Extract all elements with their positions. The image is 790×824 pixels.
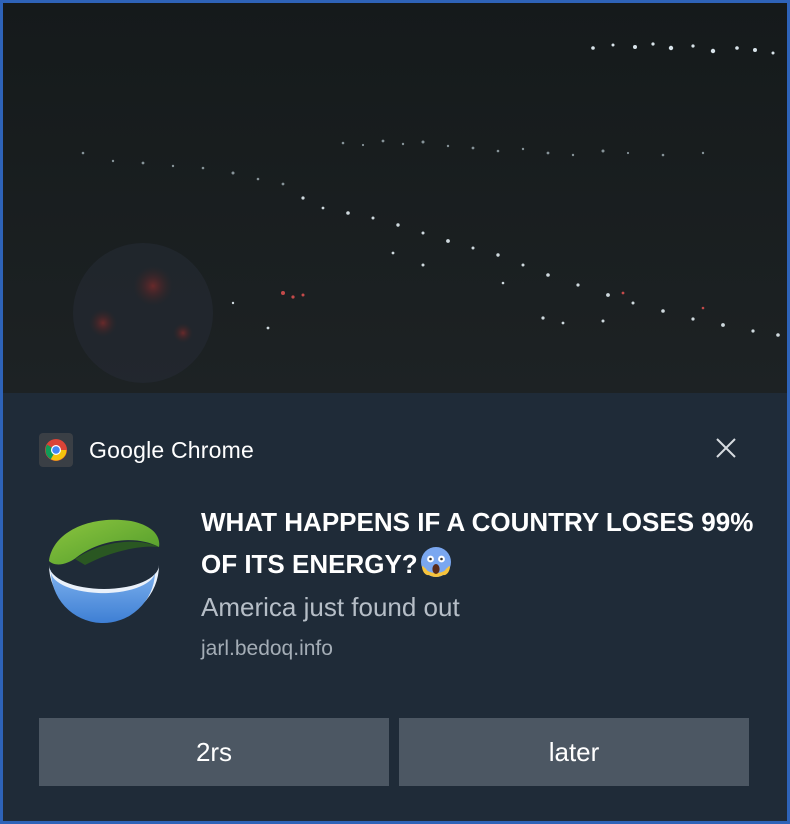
notification-source: jarl.bedoq.info xyxy=(201,637,333,660)
site-logo xyxy=(41,513,167,629)
notification-body: America just found out xyxy=(201,592,460,622)
app-name: Google Chrome xyxy=(89,436,254,463)
notification-title: WHAT HAPPENS IF A COUNTRY LOSES 99% OF I… xyxy=(201,507,754,579)
notification-panel: Google Chrome WHAT HAPPENS IF A COUNTRY … xyxy=(3,393,787,821)
night-city-aerial-image xyxy=(3,3,787,393)
chrome-icon xyxy=(39,433,73,467)
notification-content[interactable]: WHAT HAPPENS IF A COUNTRY LOSES 99% OF I… xyxy=(201,501,761,661)
close-button[interactable] xyxy=(709,431,743,465)
action-button-later[interactable]: later xyxy=(399,718,749,786)
app-header: Google Chrome xyxy=(39,433,254,467)
toast-notification[interactable]: Google Chrome WHAT HAPPENS IF A COUNTRY … xyxy=(3,3,787,821)
close-icon xyxy=(716,438,736,458)
action-button-2rs[interactable]: 2rs xyxy=(39,718,389,786)
hero-image xyxy=(3,3,787,393)
face-screaming-in-fear-icon xyxy=(420,546,452,578)
